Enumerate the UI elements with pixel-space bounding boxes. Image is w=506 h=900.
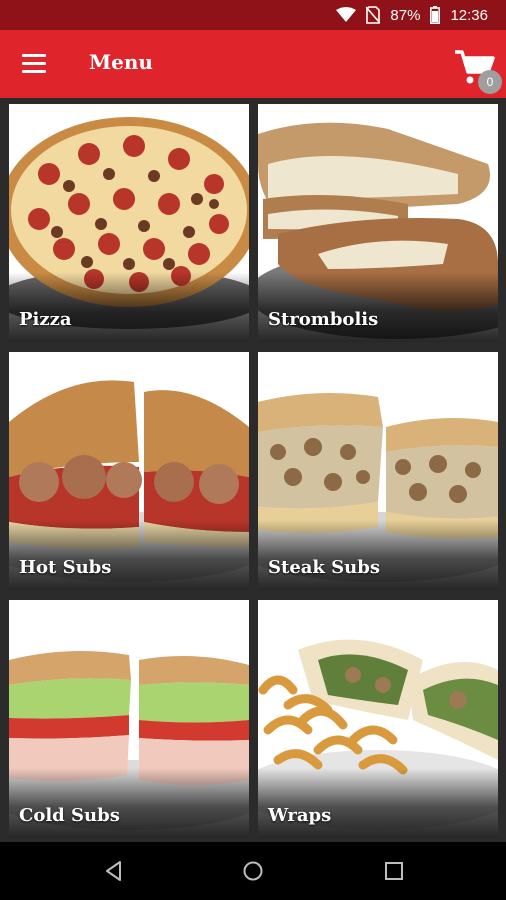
tile-shade [258, 768, 498, 838]
clock: 12:36 [450, 6, 488, 24]
category-label: Wraps [268, 805, 332, 826]
tile-shade [9, 768, 249, 838]
tile-shade [9, 272, 249, 342]
page-title: Menu [89, 50, 153, 74]
category-tile-wraps[interactable]: Wraps [258, 600, 498, 838]
system-nav-bar [0, 842, 506, 900]
cart-count-badge: 0 [478, 70, 502, 94]
app-bar: Menu 0 [0, 30, 506, 98]
category-grid: Pizza Strombolis Hot Subs Steak Subs Col… [0, 98, 506, 842]
category-tile-strombolis[interactable]: Strombolis [258, 104, 498, 342]
wifi-icon [336, 7, 357, 22]
hamburger-icon[interactable] [22, 54, 46, 74]
tile-shade [9, 520, 249, 590]
tile-shade [258, 272, 498, 342]
category-tile-cold-subs[interactable]: Cold Subs [9, 600, 249, 838]
recents-icon[interactable] [382, 859, 406, 883]
category-label: Pizza [19, 309, 72, 330]
battery-icon [430, 6, 441, 24]
category-label: Strombolis [268, 309, 379, 330]
category-label: Cold Subs [19, 805, 120, 826]
tile-shade [258, 520, 498, 590]
category-label: Steak Subs [268, 557, 380, 578]
category-tile-pizza[interactable]: Pizza [9, 104, 249, 342]
category-tile-steak-subs[interactable]: Steak Subs [258, 352, 498, 590]
category-label: Hot Subs [19, 557, 112, 578]
status-bar: 87% 12:36 [0, 0, 506, 30]
battery-percent: 87% [390, 6, 421, 24]
back-icon[interactable] [102, 859, 126, 883]
home-icon[interactable] [241, 859, 265, 883]
category-tile-hot-subs[interactable]: Hot Subs [9, 352, 249, 590]
no-sim-icon [366, 6, 381, 24]
